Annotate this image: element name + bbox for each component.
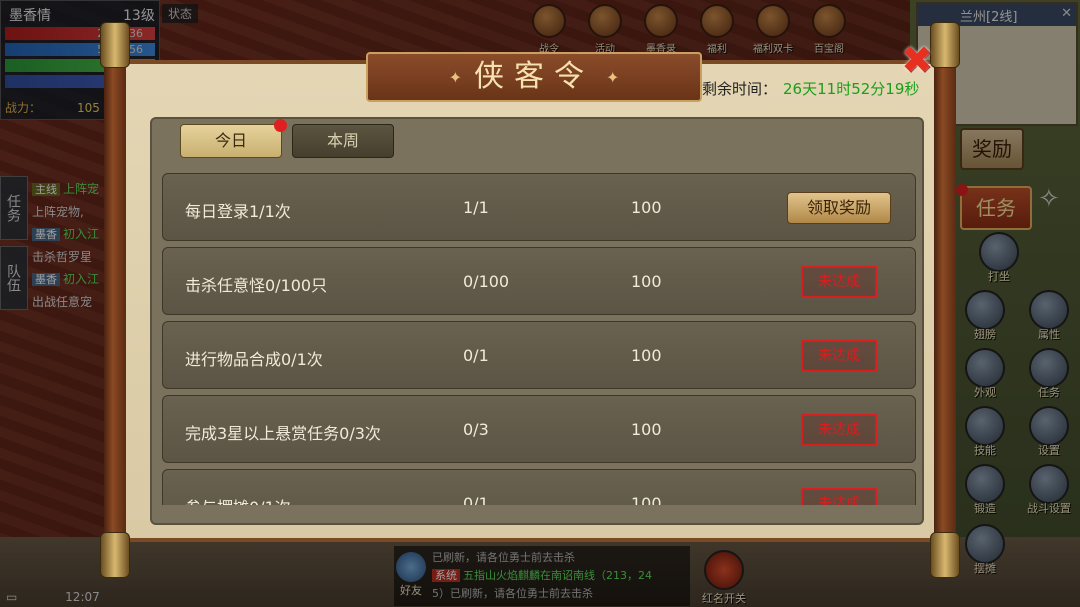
remaining-time-value: 26天11时52分19秒 [783,80,920,98]
task-panel: 今日 本周 每日登录1/1次 1/1 100 领取奖励 击杀任意怪0/100只 … [150,117,924,525]
incomplete-badge: 未达成 [801,488,877,505]
task-name: 击杀任意怪0/100只 [185,276,328,295]
task-name: 每日登录1/1次 [185,202,291,221]
incomplete-badge: 未达成 [801,414,877,446]
task-progress: 0/1 [463,494,489,505]
remaining-time-label: 剩余时间： [702,80,778,98]
ornament-icon: ✦ [448,68,462,87]
dialog-title-plaque: ✦ 侠客令 ✦ [366,52,702,102]
task-progress: 0/3 [463,420,489,439]
scroll-rod-left [100,22,130,578]
task-points: 100 [631,272,662,291]
task-name: 参与摆摊0/1次 [185,494,291,505]
claim-reward-button[interactable]: 领取奖励 [787,192,891,224]
task-points: 100 [631,494,662,505]
tab-today[interactable]: 今日 [180,119,287,158]
task-progress: 1/1 [463,198,489,217]
incomplete-badge: 未达成 [801,266,877,298]
dialog-title: 侠客令 [474,59,594,94]
ornament-icon: ✦ [606,68,620,87]
notification-dot [274,119,287,132]
task-points: 100 [631,346,662,365]
rod-cap [930,532,960,578]
task-row: 完成3星以上悬赏任务0/3次 0/3 100 未达成 [162,395,916,463]
task-name: 进行物品合成0/1次 [185,350,323,369]
tab-label: 今日 [214,131,247,150]
scroll-rod-right [930,22,960,578]
task-progress: 0/1 [463,346,489,365]
incomplete-badge: 未达成 [801,340,877,372]
rod-cap [100,532,130,578]
task-row: 进行物品合成0/1次 0/1 100 未达成 [162,321,916,389]
task-points: 100 [631,198,662,217]
task-list[interactable]: 每日登录1/1次 1/1 100 领取奖励 击杀任意怪0/100只 0/100 … [162,173,916,505]
task-progress: 0/100 [463,272,510,291]
task-points: 100 [631,420,662,439]
task-name: 完成3星以上悬赏任务0/3次 [185,424,381,443]
task-row: 每日登录1/1次 1/1 100 领取奖励 [162,173,916,241]
rod-cap [100,22,130,68]
task-row: 击杀任意怪0/100只 0/100 100 未达成 [162,247,916,315]
task-row: 参与摆摊0/1次 0/1 100 未达成 [162,469,916,505]
close-icon[interactable]: ✖ [897,41,937,80]
tab-this-week[interactable]: 本周 [292,124,394,158]
remaining-time: 剩余时间： 26天11时52分19秒 [702,78,919,99]
